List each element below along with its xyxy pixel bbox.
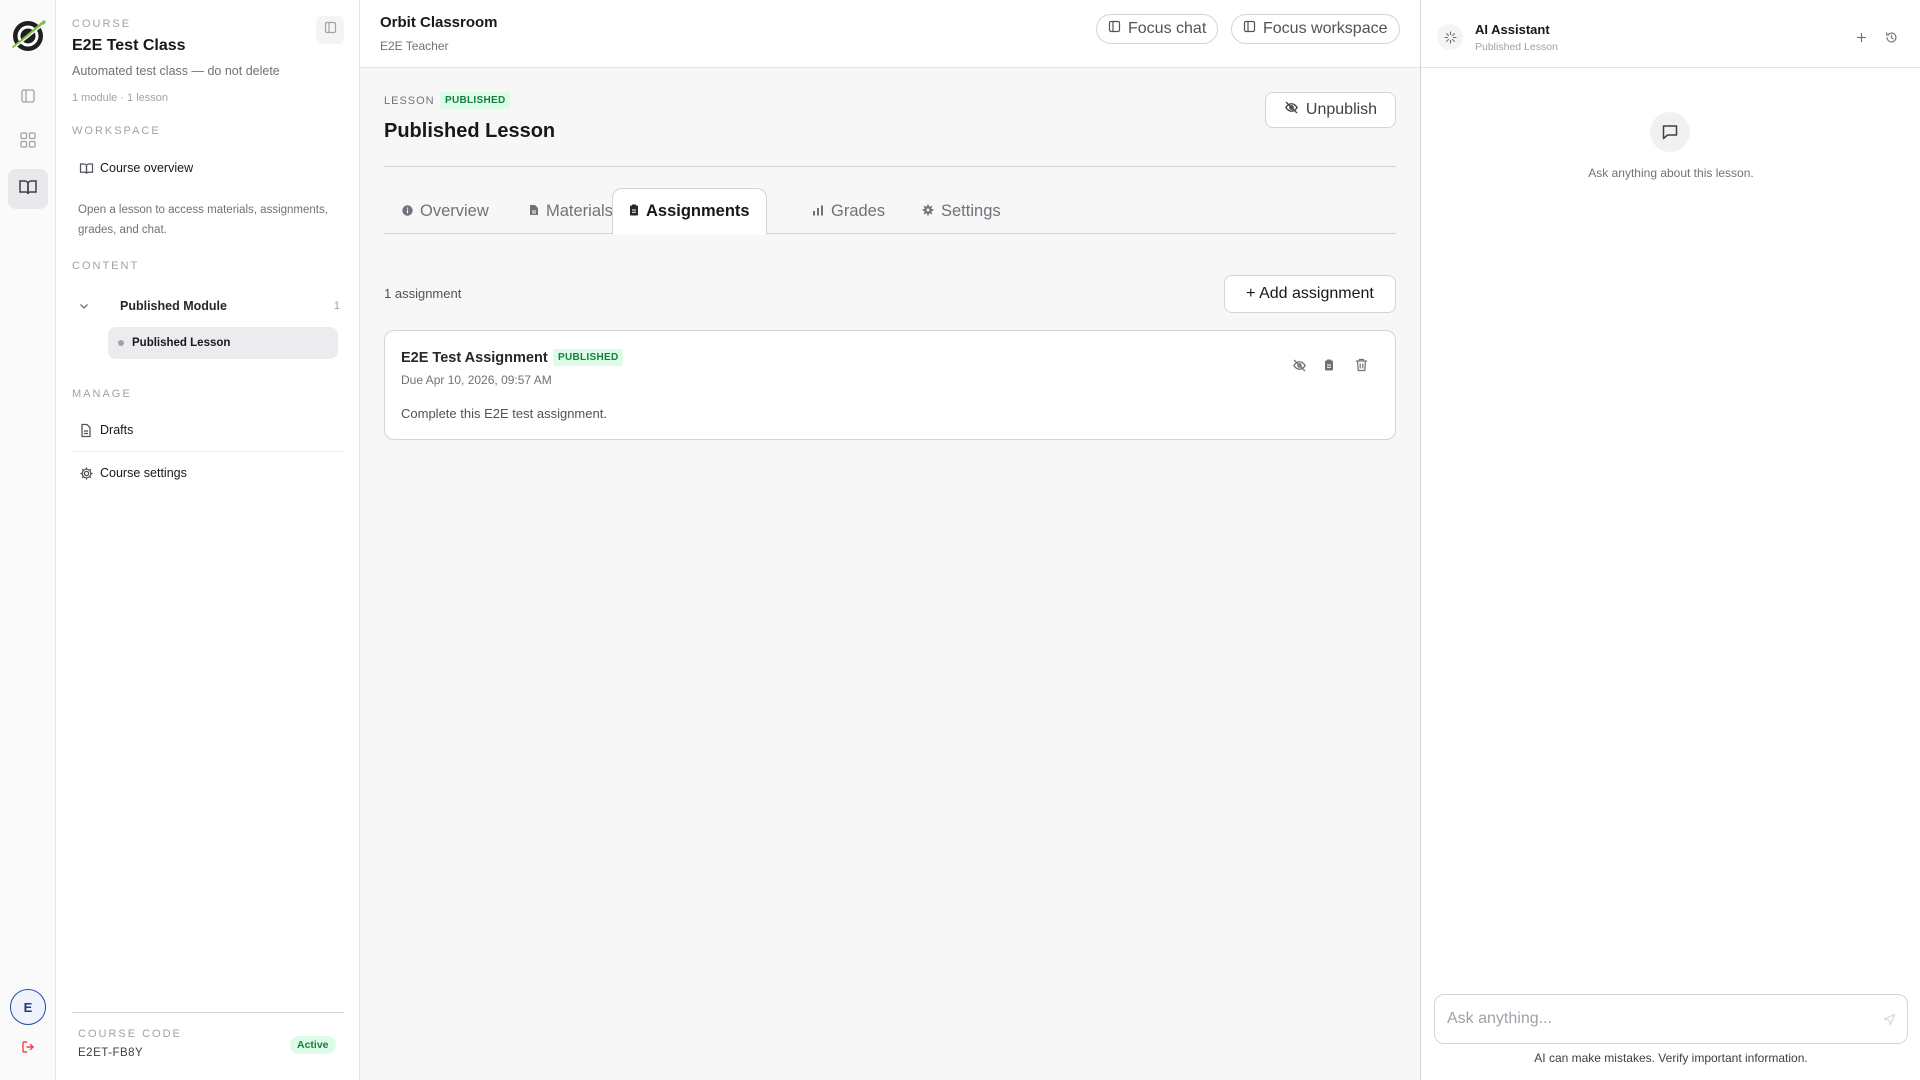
workspace-eyebrow: WORKSPACE [72, 125, 161, 137]
gear-icon [72, 466, 100, 481]
chevron-down-icon[interactable] [78, 300, 98, 312]
course-eyebrow: COURSE [72, 18, 132, 30]
avatar-initial: E [23, 999, 33, 1015]
file-icon [529, 202, 539, 221]
status-badge: PUBLISHED [553, 349, 624, 366]
status-badge: Active [290, 1036, 336, 1054]
divider [72, 451, 344, 452]
drafts-link[interactable]: Drafts [72, 414, 344, 446]
trash-icon[interactable] [1351, 355, 1371, 375]
assignment-due-date: Due Apr 10, 2026, 09:57 AM [401, 373, 552, 387]
focus-workspace-label: Focus workspace [1263, 20, 1388, 37]
grid-icon [19, 131, 37, 154]
tab-label: Materials [546, 201, 613, 220]
module-name: Published Module [120, 299, 227, 313]
course-overview-label: Course overview [100, 161, 194, 175]
clipboard-icon [629, 202, 639, 221]
assignment-title: E2E Test Assignment [401, 350, 548, 366]
unpublish-label: Unpublish [1305, 101, 1378, 118]
lesson-dot-icon [118, 340, 124, 346]
book-icon [72, 161, 100, 176]
lesson-eyebrow: LESSON [384, 95, 435, 107]
lesson-name: Published Lesson [132, 337, 231, 349]
document-icon [72, 423, 100, 438]
assignment-card[interactable]: E2E Test Assignment PUBLISHED Due Apr 10… [384, 330, 1396, 440]
tab-overview[interactable]: Overview [386, 188, 505, 234]
tab-settings[interactable]: Settings [906, 188, 1017, 234]
focus-chat-button[interactable]: Focus chat [1096, 14, 1219, 44]
course-meta: 1 module · 1 lesson [72, 92, 168, 104]
module-count: 1 [333, 300, 340, 312]
course-settings-link[interactable]: Course settings [72, 457, 344, 489]
plus-icon[interactable] [1852, 28, 1870, 46]
tab-label: Assignments [646, 202, 750, 220]
ai-disclaimer: AI can make mistakes. Verify important i… [1534, 1051, 1808, 1065]
assistant-title: AI Assistant [1475, 22, 1550, 37]
sidebar-toggle-icon [324, 21, 337, 39]
clipboard-icon[interactable] [1319, 355, 1339, 375]
rail-courses-button[interactable] [8, 169, 48, 209]
assistant-empty-text: Ask anything about this lesson. [1588, 166, 1754, 180]
divider [72, 1012, 344, 1013]
panel-icon [20, 88, 36, 109]
assignment-description: Complete this E2E test assignment. [401, 406, 607, 421]
assistant-header: AI Assistant Published Lesson [1421, 0, 1920, 68]
chat-bubble-icon [1650, 112, 1690, 152]
tab-grades[interactable]: Grades [796, 188, 901, 234]
course-settings-label: Course settings [100, 466, 187, 480]
assignment-count: 1 assignment [384, 286, 462, 301]
tab-label: Settings [941, 201, 1001, 220]
gear-icon [922, 202, 934, 221]
focus-chat-label: Focus chat [1128, 20, 1207, 37]
sparkle-icon [1437, 24, 1463, 50]
book-open-icon [18, 177, 38, 202]
send-icon[interactable] [1881, 1011, 1897, 1027]
rail-dashboard-button[interactable] [8, 122, 48, 162]
user-role: E2E Teacher [380, 39, 449, 53]
info-icon [402, 202, 413, 221]
app-rail: E [0, 0, 56, 1080]
eye-off-icon [1284, 100, 1299, 120]
course-code-eyebrow: COURSE CODE [78, 1028, 182, 1040]
unpublish-button[interactable]: Unpublish [1265, 92, 1396, 128]
lesson-item-published-lesson[interactable]: Published Lesson [108, 327, 338, 359]
user-avatar[interactable]: E [10, 989, 46, 1025]
bar-chart-icon [812, 202, 824, 221]
course-code: E2ET-FB8Y [78, 1047, 144, 1059]
lesson-workspace: Orbit Classroom E2E Teacher Focus chat F… [360, 0, 1420, 1080]
orbit-logo-icon[interactable] [8, 16, 48, 56]
drafts-label: Drafts [100, 423, 134, 437]
focus-workspace-button[interactable]: Focus workspace [1231, 14, 1400, 44]
course-overview-link[interactable]: Course overview [72, 152, 344, 184]
content-eyebrow: CONTENT [72, 260, 140, 272]
chat-input[interactable] [1434, 994, 1908, 1044]
rail-panel-button[interactable] [8, 78, 48, 118]
top-bar: Orbit Classroom E2E Teacher Focus chat F… [360, 0, 1420, 68]
assistant-subtitle: Published Lesson [1475, 41, 1558, 53]
add-assignment-button[interactable]: + Add assignment [1224, 275, 1396, 313]
page-title: Published Lesson [384, 120, 556, 142]
tab-assignments[interactable]: Assignments [612, 188, 767, 235]
course-sidebar: COURSE E2E Test Class Automated test cla… [56, 0, 360, 1080]
panel-icon [1243, 20, 1256, 38]
course-description: Automated test class — do not delete [72, 64, 280, 78]
status-badge: PUBLISHED [440, 92, 511, 109]
divider [384, 166, 1396, 167]
app-title: Orbit Classroom [380, 14, 498, 31]
module-item[interactable]: Published Module 1 [78, 295, 340, 317]
tab-label: Grades [831, 201, 886, 220]
lesson-hint: Open a lesson to access materials, assig… [78, 204, 328, 236]
unpublish-assignment-icon[interactable] [1289, 355, 1309, 375]
manage-eyebrow: MANAGE [72, 388, 132, 400]
panel-icon [1108, 20, 1121, 38]
ai-assistant-panel: AI Assistant Published Lesson Ask anythi… [1420, 0, 1920, 1080]
course-title: E2E Test Class [72, 37, 186, 54]
tab-label: Overview [420, 201, 489, 220]
collapse-sidebar-button[interactable] [316, 16, 344, 44]
history-icon[interactable] [1882, 28, 1900, 46]
logout-icon[interactable] [17, 1036, 39, 1058]
